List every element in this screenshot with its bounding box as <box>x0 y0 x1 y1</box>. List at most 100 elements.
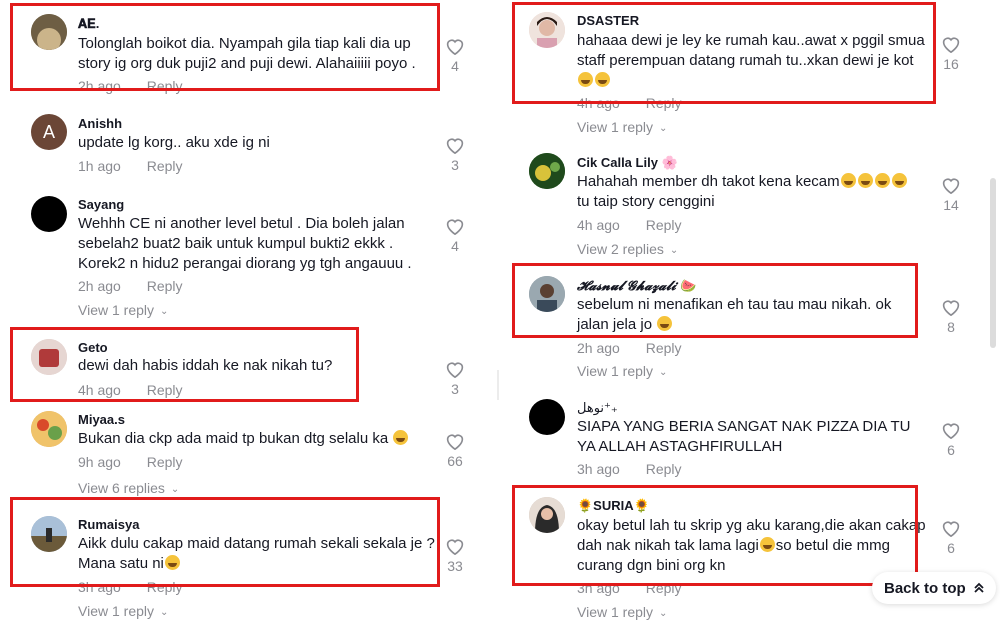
comments-column-right: DSASTER hahaaa dewi je ley ke rumah kau.… <box>500 0 970 623</box>
like-button[interactable]: 3 <box>443 360 467 397</box>
like-count: 6 <box>947 540 955 556</box>
view-replies-button[interactable]: View 1 reply ⌄ <box>577 119 667 135</box>
laughing-emoji-icon <box>578 72 593 87</box>
avatar-photo-icon <box>529 497 565 533</box>
like-button[interactable]: 6 <box>939 421 963 458</box>
reply-button[interactable]: Reply <box>646 217 682 233</box>
view-replies-button[interactable]: View 1 reply ⌄ <box>577 604 667 620</box>
avatar[interactable] <box>31 14 67 50</box>
view-replies-button[interactable]: View 2 replies ⌄ <box>577 241 678 257</box>
comment-text: Wehhh CE ni another level betul . Dia bo… <box>78 215 412 272</box>
avatar[interactable] <box>31 411 67 447</box>
avatar[interactable]: A <box>31 114 67 150</box>
like-button[interactable]: 4 <box>443 217 467 254</box>
reply-button[interactable]: Reply <box>147 579 183 595</box>
comment-username[interactable]: Anishh <box>78 116 122 131</box>
avatar[interactable] <box>529 153 565 189</box>
comment-username[interactable]: Rumaisya <box>78 517 139 532</box>
avatar[interactable] <box>31 516 67 552</box>
reply-button[interactable]: Reply <box>147 454 183 470</box>
heart-icon <box>942 37 960 53</box>
comment-meta: 4h ago Reply <box>78 382 183 398</box>
like-count: 4 <box>451 58 459 74</box>
view-replies-button[interactable]: View 1 reply ⌄ <box>577 363 667 379</box>
comment-username[interactable]: 𝐀𝐄. <box>78 16 99 32</box>
comment-time: 2h ago <box>78 78 121 94</box>
avatar[interactable] <box>529 276 565 312</box>
heart-icon <box>446 39 464 55</box>
avatar-photo-icon <box>31 339 67 375</box>
scrollbar[interactable] <box>990 178 996 348</box>
like-button[interactable]: 6 <box>939 519 963 556</box>
like-count: 3 <box>451 157 459 173</box>
comment-text: update lg korg.. aku xde ig ni <box>78 134 270 151</box>
like-button[interactable]: 14 <box>939 176 963 213</box>
comment-time: 2h ago <box>78 278 121 294</box>
view-replies-button[interactable]: View 1 reply ⌄ <box>78 603 168 619</box>
heart-icon <box>942 178 960 194</box>
comment-username[interactable]: 🌻SURIA🌻 <box>577 498 650 514</box>
comment-username[interactable]: Geto <box>78 340 108 355</box>
reply-button[interactable]: Reply <box>147 158 183 174</box>
laughing-emoji-icon <box>164 555 180 570</box>
laughing-emoji-icon <box>595 72 610 87</box>
view-replies-label: View 1 reply <box>577 363 654 379</box>
comment-text-content: hahaaa dewi je ley ke rumah kau..awat x … <box>577 32 925 69</box>
comment-time: 9h ago <box>78 454 121 470</box>
comment-username[interactable]: Miyaa.s <box>78 412 125 427</box>
back-to-top-button[interactable]: Back to top <box>872 572 996 604</box>
like-count: 66 <box>447 453 463 469</box>
reply-button[interactable]: Reply <box>147 278 183 294</box>
reply-button[interactable]: Reply <box>646 461 682 477</box>
heart-icon <box>942 423 960 439</box>
comment-username[interactable]: DSASTER <box>577 13 639 28</box>
reply-button[interactable]: Reply <box>147 382 183 398</box>
comment-meta: 2h ago Reply <box>78 278 183 294</box>
view-replies-label: View 6 replies <box>78 480 165 496</box>
avatar[interactable] <box>529 12 565 48</box>
reply-button[interactable]: Reply <box>646 580 682 596</box>
like-button[interactable]: 66 <box>443 432 467 469</box>
heart-icon <box>446 219 464 235</box>
view-replies-button[interactable]: View 6 replies ⌄ <box>78 480 179 496</box>
reply-button[interactable]: Reply <box>147 78 183 94</box>
view-replies-label: View 2 replies <box>577 241 664 257</box>
avatar-letter: A <box>42 122 55 142</box>
heart-icon <box>446 362 464 378</box>
rolling-laughing-emoji-icon <box>840 173 856 188</box>
view-replies-label: View 1 reply <box>78 603 155 619</box>
comment-meta: 3h ago Reply <box>78 579 183 595</box>
like-count: 33 <box>447 558 463 574</box>
comment-meta: 2h ago Reply <box>577 340 682 356</box>
comment-username[interactable]: نوهل⁺₊ <box>577 400 618 416</box>
avatar-photo-icon <box>31 516 67 552</box>
avatar-photo-icon <box>529 276 565 312</box>
avatar[interactable] <box>529 497 565 533</box>
chevron-down-icon: ⌄ <box>170 484 180 495</box>
view-replies-button[interactable]: View 1 reply ⌄ <box>78 302 168 318</box>
like-button[interactable]: 8 <box>939 298 963 335</box>
chevron-down-icon: ⌄ <box>669 245 679 256</box>
avatar[interactable] <box>31 196 67 232</box>
comment-username[interactable]: 𝓗𝓪𝓼𝓷𝓾𝓵 𝓖𝓱𝓪𝔃𝓪𝓵𝓲 🍉 <box>577 278 696 294</box>
comment-meta: 4h ago Reply <box>577 217 682 233</box>
comment-text-content: Bukan dia ckp ada maid tp bukan dtg sela… <box>78 430 389 447</box>
avatar-photo-icon <box>529 12 565 48</box>
reply-button[interactable]: Reply <box>646 340 682 356</box>
like-button[interactable]: 33 <box>443 537 467 574</box>
chevron-down-icon: ⌄ <box>659 608 668 619</box>
like-button[interactable]: 16 <box>939 35 963 72</box>
rolling-laughing-emoji-icon <box>857 173 873 188</box>
like-count: 3 <box>451 381 459 397</box>
comment-username[interactable]: Cik Calla Lily 🌸 <box>577 155 678 171</box>
avatar[interactable] <box>529 399 565 435</box>
reply-button[interactable]: Reply <box>646 95 682 111</box>
avatar[interactable] <box>31 339 67 375</box>
rolling-laughing-emoji-icon <box>891 173 907 188</box>
comment-username[interactable]: Sayang <box>78 197 124 212</box>
comment-text: sebelum ni menafikan eh tau tau mau nika… <box>577 295 917 335</box>
like-button[interactable]: 3 <box>443 136 467 173</box>
like-button[interactable]: 4 <box>443 37 467 74</box>
comment-text: okay betul lah tu skrip yg aku karang,di… <box>577 517 926 574</box>
comment-time: 3h ago <box>577 580 620 596</box>
